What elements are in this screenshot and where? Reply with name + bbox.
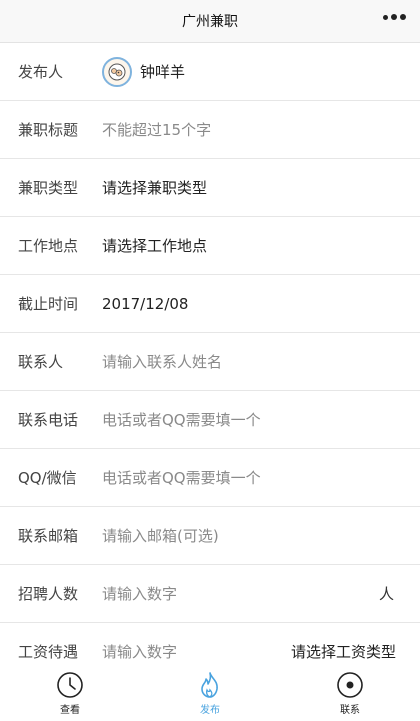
headcount-unit: 人: [378, 585, 394, 603]
job-title-row[interactable]: 兼职标题 不能超过15个字: [0, 101, 420, 159]
job-type-row[interactable]: 兼职类型 请选择兼职类型: [0, 159, 420, 217]
salary-type-picker[interactable]: 请选择工资类型: [291, 641, 396, 662]
job-type-label: 兼职类型: [18, 179, 79, 197]
contact-row[interactable]: 联系人 请输入联系人姓名: [0, 333, 420, 391]
tab-publish[interactable]: 发布: [140, 665, 280, 721]
qq-wechat-input[interactable]: 电话或者QQ需要填一个: [102, 467, 261, 488]
publisher-row: 发布人 钟咩羊: [0, 43, 420, 101]
location-label: 工作地点: [18, 237, 79, 255]
phone-input[interactable]: 电话或者QQ需要填一个: [102, 409, 261, 430]
target-icon: [337, 671, 363, 698]
deadline-row[interactable]: 截止时间 2017/12/08: [0, 275, 420, 333]
headcount-row[interactable]: 招聘人数 请输入数字 人: [0, 565, 420, 623]
salary-label: 工资待遇: [18, 643, 79, 661]
tab-view-label: 查看: [60, 704, 80, 716]
headcount-input[interactable]: 请输入数字: [102, 583, 177, 604]
tab-contact-label: 联系: [340, 704, 360, 716]
location-picker[interactable]: 请选择工作地点: [102, 235, 207, 256]
contact-name-input[interactable]: 请输入联系人姓名: [102, 351, 222, 372]
job-post-form: 发布人 钟咩羊 兼职标题 不能超过15个字 兼职类型 请选择兼职类型 工作地点 …: [0, 43, 420, 680]
qq-wechat-row[interactable]: QQ/微信 电话或者QQ需要填一个: [0, 449, 420, 507]
navigation-bar: 广州兼职: [0, 0, 420, 43]
more-menu-icon[interactable]: [383, 14, 406, 20]
email-label: 联系邮箱: [18, 527, 79, 545]
salary-input[interactable]: 请输入数字: [102, 641, 177, 662]
tab-view[interactable]: 查看: [0, 665, 140, 721]
headcount-label: 招聘人数: [18, 585, 79, 603]
deadline-date-picker[interactable]: 2017/12/08: [102, 295, 188, 313]
job-title-label: 兼职标题: [18, 121, 79, 139]
qq-wechat-label: QQ/微信: [18, 469, 77, 487]
publisher-name: 钟咩羊: [140, 63, 186, 81]
phone-row[interactable]: 联系电话 电话或者QQ需要填一个: [0, 391, 420, 449]
contact-label: 联系人: [18, 353, 64, 371]
email-input[interactable]: 请输入邮箱(可选): [102, 525, 219, 546]
flame-icon: [201, 671, 218, 698]
clock-icon: [57, 671, 83, 698]
tab-contact[interactable]: 联系: [280, 665, 420, 721]
deadline-label: 截止时间: [18, 295, 79, 313]
tab-publish-label: 发布: [200, 704, 220, 716]
location-row[interactable]: 工作地点 请选择工作地点: [0, 217, 420, 275]
job-title-input[interactable]: 不能超过15个字: [102, 119, 211, 140]
email-row[interactable]: 联系邮箱 请输入邮箱(可选): [0, 507, 420, 565]
phone-label: 联系电话: [18, 411, 79, 429]
job-type-picker[interactable]: 请选择兼职类型: [102, 177, 207, 198]
publisher-label: 发布人: [18, 63, 64, 81]
avatar: [102, 56, 132, 87]
tab-bar: 查看 发布 联系: [0, 665, 420, 721]
page-title: 广州兼职: [182, 14, 238, 30]
sheep-avatar-icon: [108, 63, 126, 80]
